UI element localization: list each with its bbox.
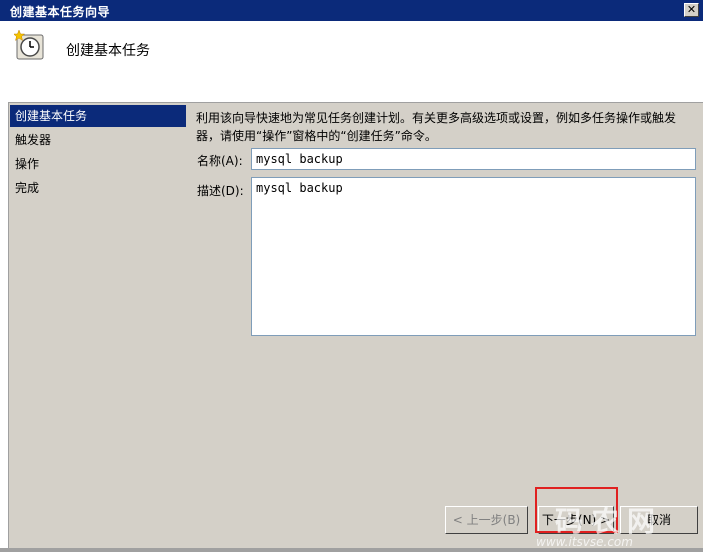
- page-title: 创建基本任务: [66, 43, 150, 59]
- watermark: 码农网: [555, 505, 664, 538]
- back-button[interactable]: < 上一步(B): [445, 506, 528, 534]
- step-create-basic-task[interactable]: 创建基本任务: [10, 105, 186, 127]
- step-action[interactable]: 操作: [10, 153, 186, 175]
- name-label: 名称(A):: [197, 154, 243, 168]
- wizard-description: 利用该向导快速地为常见任务创建计划。有关更多高级选项或设置，例如多任务操作或触发…: [196, 111, 677, 143]
- description-label: 描述(D):: [197, 184, 244, 198]
- name-field[interactable]: mysql backup: [251, 148, 696, 170]
- step-finish[interactable]: 完成: [10, 177, 186, 199]
- window-title: 创建基本任务向导: [10, 5, 111, 19]
- description-field[interactable]: mysql backup: [251, 177, 696, 336]
- wizard-steps: 创建基本任务 触发器 操作 完成: [10, 105, 186, 550]
- title-bar[interactable]: 创建基本任务向导 ✕: [0, 0, 703, 21]
- close-button[interactable]: ✕: [684, 3, 699, 17]
- watermark-url: www.itsvse.com: [536, 535, 633, 549]
- bottom-edge: [0, 548, 703, 552]
- wizard-header: 创建基本任务: [0, 21, 703, 103]
- step-trigger[interactable]: 触发器: [10, 129, 186, 151]
- left-edge: [0, 102, 9, 552]
- clock-star-icon: [14, 29, 44, 60]
